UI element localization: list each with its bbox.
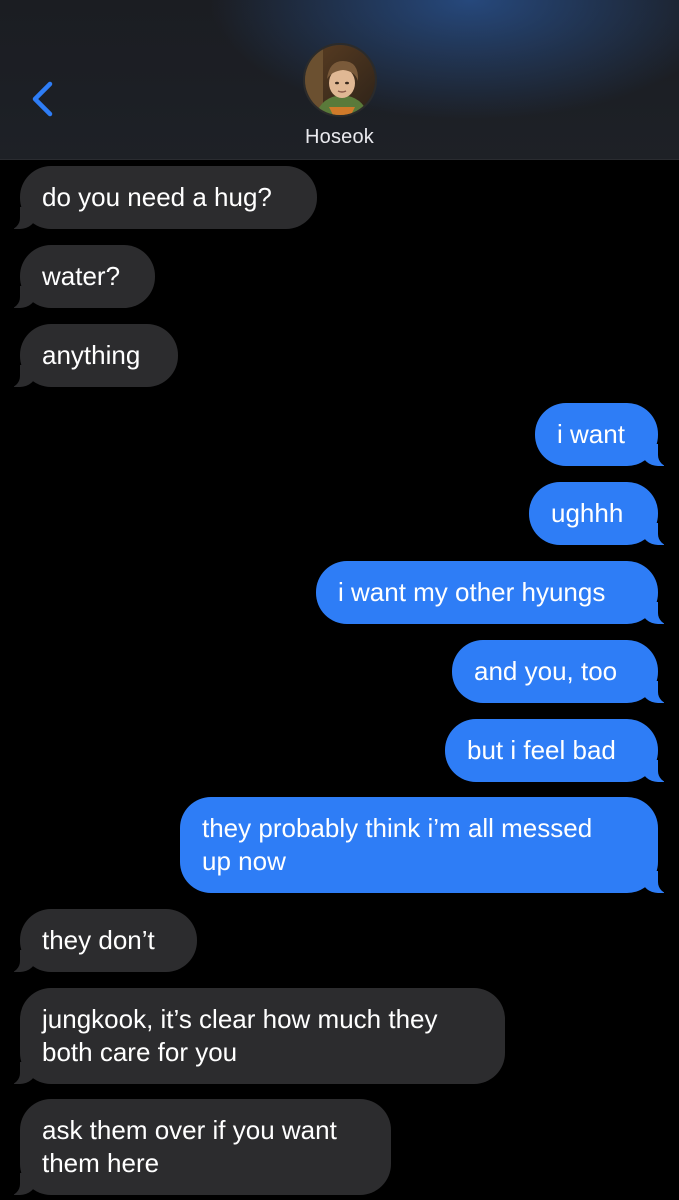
received-message-bubble[interactable]: anything	[6, 324, 178, 388]
received-message-bubble[interactable]: water?	[6, 245, 155, 309]
conversation-header: Hoseok	[0, 0, 679, 160]
received-message-bubble[interactable]: jungkook, it’s clear how much they both …	[6, 988, 505, 1085]
sent-message-bubble[interactable]: but i feel bad	[445, 719, 672, 783]
received-message-bubble[interactable]: do you need a hug?	[6, 166, 317, 230]
contact-name[interactable]: Hoseok	[0, 126, 679, 149]
sent-message-bubble[interactable]: ughhh	[529, 482, 672, 546]
sent-message-bubble[interactable]: and you, too	[452, 640, 672, 704]
avatar-photo	[305, 45, 375, 115]
sent-message-bubble[interactable]: i want	[535, 403, 672, 467]
messages-screen: Hoseok do you need a hug? water? anything i…	[0, 0, 679, 1200]
sent-message-bubble[interactable]: i want my other hyungs	[316, 561, 672, 625]
chevron-left-icon	[32, 81, 53, 117]
sent-message-bubble[interactable]: they probably think i’m all messed up no…	[180, 797, 672, 894]
contact-avatar[interactable]	[303, 43, 377, 117]
received-message-bubble[interactable]: ask them over if you want them here	[6, 1099, 391, 1196]
received-message-bubble[interactable]: they don’t	[6, 909, 197, 973]
back-button[interactable]	[26, 78, 60, 120]
